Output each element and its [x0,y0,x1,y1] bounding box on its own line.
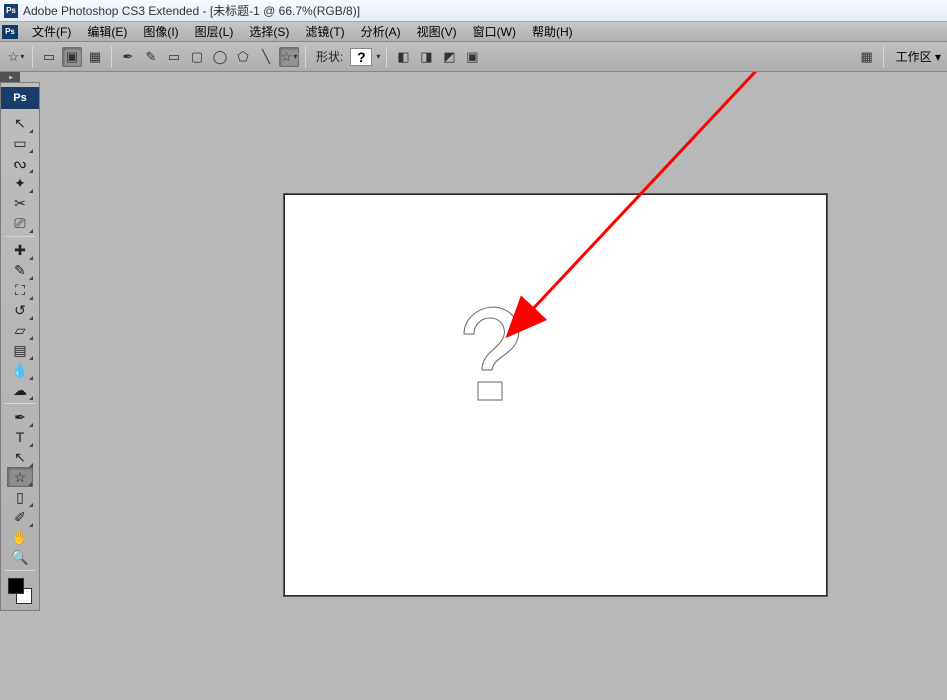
custom-shape-icon[interactable]: ☆▾ [279,47,299,67]
lasso-tool[interactable]: ᔓ [7,153,33,173]
gradient-tool[interactable]: ▤ [7,340,33,360]
color-swatches[interactable] [6,576,34,606]
paths-mode[interactable]: ▣ [62,47,82,67]
path-area-intersect[interactable]: ◩ [439,47,459,67]
workspace-switcher[interactable]: 工作区 ▾ [896,48,941,65]
menu-layer[interactable]: 图层(L) [187,23,242,40]
blur-tool[interactable]: 💧 [7,360,33,380]
shape-layers-mode[interactable]: ▭ [39,47,59,67]
dodge-tool[interactable]: ☁ [7,380,33,400]
tool-separator [5,570,35,571]
path-select-tool[interactable]: ↖ [7,447,33,467]
menu-bar: Ps 文件(F) 编辑(E) 图像(I) 图层(L) 选择(S) 滤镜(T) 分… [0,22,947,42]
document-canvas[interactable] [283,193,828,597]
marquee-tool[interactable]: ▭ [7,133,33,153]
menu-file[interactable]: 文件(F) [24,23,79,40]
zoom-tool[interactable]: 🔍 [7,547,33,567]
pen-icon[interactable]: ✒ [118,47,138,67]
menu-analysis[interactable]: 分析(A) [353,23,409,40]
title-app-name: Adobe Photoshop CS3 Extended [23,4,199,18]
wand-tool[interactable]: ✦ [7,173,33,193]
shape-glyph: ? [357,49,366,65]
path-area-exclude[interactable]: ▣ [462,47,482,67]
pen-tool[interactable]: ✒ [7,407,33,427]
path-area-add[interactable]: ◧ [393,47,413,67]
crop-tool[interactable]: ✂ [7,193,33,213]
shape-picker-arrow[interactable]: ▾ [376,52,380,61]
title-bar: Ps Adobe Photoshop CS3 Extended - [未标题-1… [0,0,947,22]
slice-tool[interactable]: ⎚ [7,213,33,233]
menu-window[interactable]: 窗口(W) [465,23,524,40]
hand-tool[interactable]: ✋ [7,527,33,547]
shape-label: 形状: [316,48,343,65]
separator [32,46,33,68]
menu-view[interactable]: 视图(V) [409,23,465,40]
question-mark-shape-path[interactable] [450,302,530,412]
fill-pixels-mode[interactable]: ▦ [85,47,105,67]
tool-panel-header: Ps [1,87,39,109]
eyedropper-tool[interactable]: ✐ [7,507,33,527]
title-doc: [未标题-1 @ 66.7%(RGB/8)] [210,2,360,19]
freeform-pen-icon[interactable]: ✎ [141,47,161,67]
polygon-shape-icon[interactable]: ⬠ [233,47,253,67]
options-bar: ☆▾ ▭ ▣ ▦ ✒ ✎ ▭ ▢ ◯ ⬠ ╲ ☆▾ 形状: ? ▾ ◧ ◨ ◩ … [0,42,947,72]
separator [386,46,387,68]
tool-preset-picker[interactable]: ☆▾ [6,47,26,67]
tool-separator [5,236,35,237]
foreground-color-swatch[interactable] [8,578,24,594]
bridge-icon[interactable]: ▦ [857,47,877,67]
ellipse-shape-icon[interactable]: ◯ [210,47,230,67]
app-icon: Ps [4,4,18,18]
menu-select[interactable]: 选择(S) [241,23,297,40]
brush-tool[interactable]: ✎ [7,260,33,280]
line-shape-icon[interactable]: ╲ [256,47,276,67]
separator [111,46,112,68]
shape-tool[interactable]: ☆ [7,467,33,487]
menu-help[interactable]: 帮助(H) [524,23,581,40]
healing-tool[interactable]: ✚ [7,240,33,260]
type-tool[interactable]: T [7,427,33,447]
rect-shape-icon[interactable]: ▭ [164,47,184,67]
shape-picker[interactable]: ? [350,48,372,66]
menu-edit[interactable]: 编辑(E) [79,23,135,40]
separator [305,46,306,68]
title-sep: - [199,4,210,18]
path-area-subtract[interactable]: ◨ [416,47,436,67]
menu-image[interactable]: 图像(I) [135,23,186,40]
rounded-rect-shape-icon[interactable]: ▢ [187,47,207,67]
history-brush-tool[interactable]: ↺ [7,300,33,320]
separator [883,46,884,68]
notes-tool[interactable]: ▯ [7,487,33,507]
move-tool[interactable]: ↖ [7,113,33,133]
stamp-tool[interactable]: ⛶ [7,280,33,300]
main-area: Ps ↖ ▭ ᔓ ✦ ✂ ⎚ ✚ ✎ ⛶ ↺ ▱ ▤ 💧 ☁ ✒ T ↖ ☆ ▯… [0,72,947,700]
tool-panel-collapse-tab[interactable] [0,72,20,82]
tool-panel: Ps ↖ ▭ ᔓ ✦ ✂ ⎚ ✚ ✎ ⛶ ↺ ▱ ▤ 💧 ☁ ✒ T ↖ ☆ ▯… [0,82,40,611]
eraser-tool[interactable]: ▱ [7,320,33,340]
tool-separator [5,403,35,404]
ps-menu-icon[interactable]: Ps [2,25,18,39]
menu-filter[interactable]: 滤镜(T) [297,23,352,40]
